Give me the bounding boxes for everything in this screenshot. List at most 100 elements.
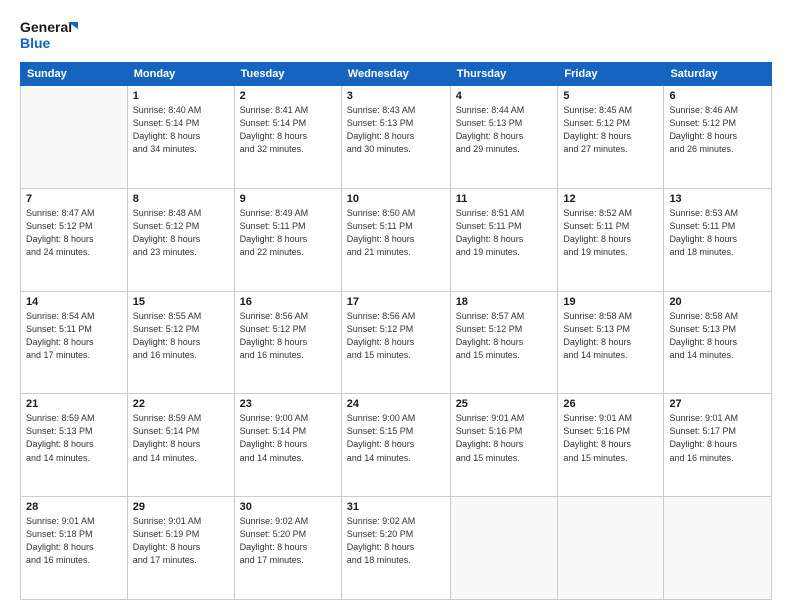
calendar-week-row: 14Sunrise: 8:54 AMSunset: 5:11 PMDayligh…: [21, 291, 772, 394]
calendar-cell: 24 Sunrise: 9:00 AMSunset: 5:15 PMDayligh…: [341, 394, 450, 497]
calendar-cell: 14Sunrise: 8:54 AMSunset: 5:11 PMDayligh…: [21, 291, 128, 394]
svg-text:Blue: Blue: [20, 35, 51, 51]
day-number: 5: [563, 90, 658, 102]
day-number: 25: [456, 398, 553, 410]
calendar-header-friday: Friday: [558, 63, 664, 86]
day-info: Sunrise: 9:02 AMSunset: 5:20 PMDaylight:…: [240, 515, 336, 567]
day-info: Sunrise: 8:44 AMSunset: 5:13 PMDaylight:…: [456, 104, 553, 156]
calendar-cell: 29Sunrise: 9:01 AMSunset: 5:19 PMDayligh…: [127, 497, 234, 600]
calendar-cell: 3Sunrise: 8:43 AMSunset: 5:13 PMDaylight…: [341, 86, 450, 189]
day-info: Sunrise: 8:47 AMSunset: 5:12 PMDaylight:…: [26, 207, 122, 259]
calendar-table: SundayMondayTuesdayWednesdayThursdayFrid…: [20, 62, 772, 600]
calendar-cell: 19 Sunrise: 8:58 AMSunset: 5:13 PMDayligh…: [558, 291, 664, 394]
day-number: 15: [133, 296, 229, 308]
day-info: Sunrise: 8:54 AMSunset: 5:11 PMDaylight:…: [26, 310, 122, 362]
day-info: Sunrise: 9:01 AMSunset: 5:16 PMDaylight:…: [563, 412, 658, 464]
calendar-cell: 28 Sunrise: 9:01 AMSunset: 5:18 PMDayligh…: [21, 497, 128, 600]
day-number: 6: [669, 90, 766, 102]
day-number: 31: [347, 501, 445, 513]
day-info: Sunrise: 8:56 AMSunset: 5:12 PMDaylight:…: [347, 310, 445, 362]
calendar-cell: 27Sunrise: 9:01 AMSunset: 5:17 PMDayligh…: [664, 394, 772, 497]
calendar-cell: [21, 86, 128, 189]
day-info: Sunrise: 8:52 AMSunset: 5:11 PMDaylight:…: [563, 207, 658, 259]
day-info: Sunrise: 8:59 AMSunset: 5:14 PMDaylight:…: [133, 412, 229, 464]
calendar-cell: 17 Sunrise: 8:56 AMSunset: 5:12 PMDayligh…: [341, 291, 450, 394]
day-number: 20: [669, 296, 766, 308]
day-info: Sunrise: 8:57 AMSunset: 5:12 PMDaylight:…: [456, 310, 553, 362]
calendar-cell: 8 Sunrise: 8:48 AMSunset: 5:12 PMDaylight…: [127, 188, 234, 291]
day-info: Sunrise: 8:41 AMSunset: 5:14 PMDaylight:…: [240, 104, 336, 156]
svg-text:General: General: [20, 19, 72, 35]
calendar-header-wednesday: Wednesday: [341, 63, 450, 86]
calendar-cell: 31 Sunrise: 9:02 AMSunset: 5:20 PMDayligh…: [341, 497, 450, 600]
day-info: Sunrise: 9:01 AMSunset: 5:16 PMDaylight:…: [456, 412, 553, 464]
day-number: 17: [347, 296, 445, 308]
calendar-cell: [664, 497, 772, 600]
day-info: Sunrise: 9:02 AMSunset: 5:20 PMDaylight:…: [347, 515, 445, 567]
calendar-week-row: 21 Sunrise: 8:59 AMSunset: 5:13 PMDayligh…: [21, 394, 772, 497]
logo: GeneralBlue: [20, 16, 80, 52]
day-info: Sunrise: 9:01 AMSunset: 5:18 PMDaylight:…: [26, 515, 122, 567]
calendar-header-monday: Monday: [127, 63, 234, 86]
calendar-cell: 12 Sunrise: 8:52 AMSunset: 5:11 PMDayligh…: [558, 188, 664, 291]
calendar-cell: [450, 497, 558, 600]
day-info: Sunrise: 8:40 AMSunset: 5:14 PMDaylight:…: [133, 104, 229, 156]
calendar-cell: 18 Sunrise: 8:57 AMSunset: 5:12 PMDayligh…: [450, 291, 558, 394]
day-number: 1: [133, 90, 229, 102]
calendar-header-thursday: Thursday: [450, 63, 558, 86]
calendar-cell: 1 Sunrise: 8:40 AMSunset: 5:14 PMDaylight…: [127, 86, 234, 189]
calendar-cell: 30Sunrise: 9:02 AMSunset: 5:20 PMDayligh…: [234, 497, 341, 600]
day-number: 7: [26, 193, 122, 205]
day-info: Sunrise: 8:58 AMSunset: 5:13 PMDaylight:…: [669, 310, 766, 362]
calendar-cell: 16 Sunrise: 8:56 AMSunset: 5:12 PMDayligh…: [234, 291, 341, 394]
day-number: 12: [563, 193, 658, 205]
calendar-week-row: 7 Sunrise: 8:47 AMSunset: 5:12 PMDaylight…: [21, 188, 772, 291]
calendar-cell: 11 Sunrise: 8:51 AMSunset: 5:11 PMDayligh…: [450, 188, 558, 291]
day-number: 9: [240, 193, 336, 205]
day-number: 8: [133, 193, 229, 205]
day-number: 28: [26, 501, 122, 513]
calendar-cell: 21 Sunrise: 8:59 AMSunset: 5:13 PMDayligh…: [21, 394, 128, 497]
day-number: 13: [669, 193, 766, 205]
calendar-cell: 4 Sunrise: 8:44 AMSunset: 5:13 PMDaylight…: [450, 86, 558, 189]
day-number: 24: [347, 398, 445, 410]
calendar-cell: 13 Sunrise: 8:53 AMSunset: 5:11 PMDayligh…: [664, 188, 772, 291]
calendar-cell: 22 Sunrise: 8:59 AMSunset: 5:14 PMDayligh…: [127, 394, 234, 497]
day-info: Sunrise: 9:01 AMSunset: 5:17 PMDaylight:…: [669, 412, 766, 464]
calendar-header-row: SundayMondayTuesdayWednesdayThursdayFrid…: [21, 63, 772, 86]
day-info: Sunrise: 8:51 AMSunset: 5:11 PMDaylight:…: [456, 207, 553, 259]
day-number: 19: [563, 296, 658, 308]
day-number: 21: [26, 398, 122, 410]
day-info: Sunrise: 8:46 AMSunset: 5:12 PMDaylight:…: [669, 104, 766, 156]
day-number: 4: [456, 90, 553, 102]
day-info: Sunrise: 8:58 AMSunset: 5:13 PMDaylight:…: [563, 310, 658, 362]
day-number: 22: [133, 398, 229, 410]
calendar-cell: 25 Sunrise: 9:01 AMSunset: 5:16 PMDayligh…: [450, 394, 558, 497]
day-info: Sunrise: 8:49 AMSunset: 5:11 PMDaylight:…: [240, 207, 336, 259]
day-number: 16: [240, 296, 336, 308]
day-info: Sunrise: 8:43 AMSunset: 5:13 PMDaylight:…: [347, 104, 445, 156]
day-info: Sunrise: 8:50 AMSunset: 5:11 PMDaylight:…: [347, 207, 445, 259]
calendar-cell: 23Sunrise: 9:00 AMSunset: 5:14 PMDayligh…: [234, 394, 341, 497]
logo-icon: GeneralBlue: [20, 16, 80, 52]
calendar-cell: 2Sunrise: 8:41 AMSunset: 5:14 PMDaylight…: [234, 86, 341, 189]
header: GeneralBlue: [20, 16, 772, 52]
day-info: Sunrise: 9:01 AMSunset: 5:19 PMDaylight:…: [133, 515, 229, 567]
calendar-week-row: 1 Sunrise: 8:40 AMSunset: 5:14 PMDaylight…: [21, 86, 772, 189]
day-info: Sunrise: 9:00 AMSunset: 5:14 PMDaylight:…: [240, 412, 336, 464]
day-info: Sunrise: 8:55 AMSunset: 5:12 PMDaylight:…: [133, 310, 229, 362]
day-number: 26: [563, 398, 658, 410]
calendar-cell: 9 Sunrise: 8:49 AMSunset: 5:11 PMDaylight…: [234, 188, 341, 291]
calendar-cell: 20 Sunrise: 8:58 AMSunset: 5:13 PMDayligh…: [664, 291, 772, 394]
calendar-cell: 7 Sunrise: 8:47 AMSunset: 5:12 PMDaylight…: [21, 188, 128, 291]
calendar-cell: 26 Sunrise: 9:01 AMSunset: 5:16 PMDayligh…: [558, 394, 664, 497]
day-number: 11: [456, 193, 553, 205]
day-info: Sunrise: 9:00 AMSunset: 5:15 PMDaylight:…: [347, 412, 445, 464]
calendar-cell: [558, 497, 664, 600]
day-number: 18: [456, 296, 553, 308]
calendar-header-sunday: Sunday: [21, 63, 128, 86]
day-info: Sunrise: 8:59 AMSunset: 5:13 PMDaylight:…: [26, 412, 122, 464]
day-info: Sunrise: 8:56 AMSunset: 5:12 PMDaylight:…: [240, 310, 336, 362]
day-info: Sunrise: 8:53 AMSunset: 5:11 PMDaylight:…: [669, 207, 766, 259]
day-info: Sunrise: 8:48 AMSunset: 5:12 PMDaylight:…: [133, 207, 229, 259]
